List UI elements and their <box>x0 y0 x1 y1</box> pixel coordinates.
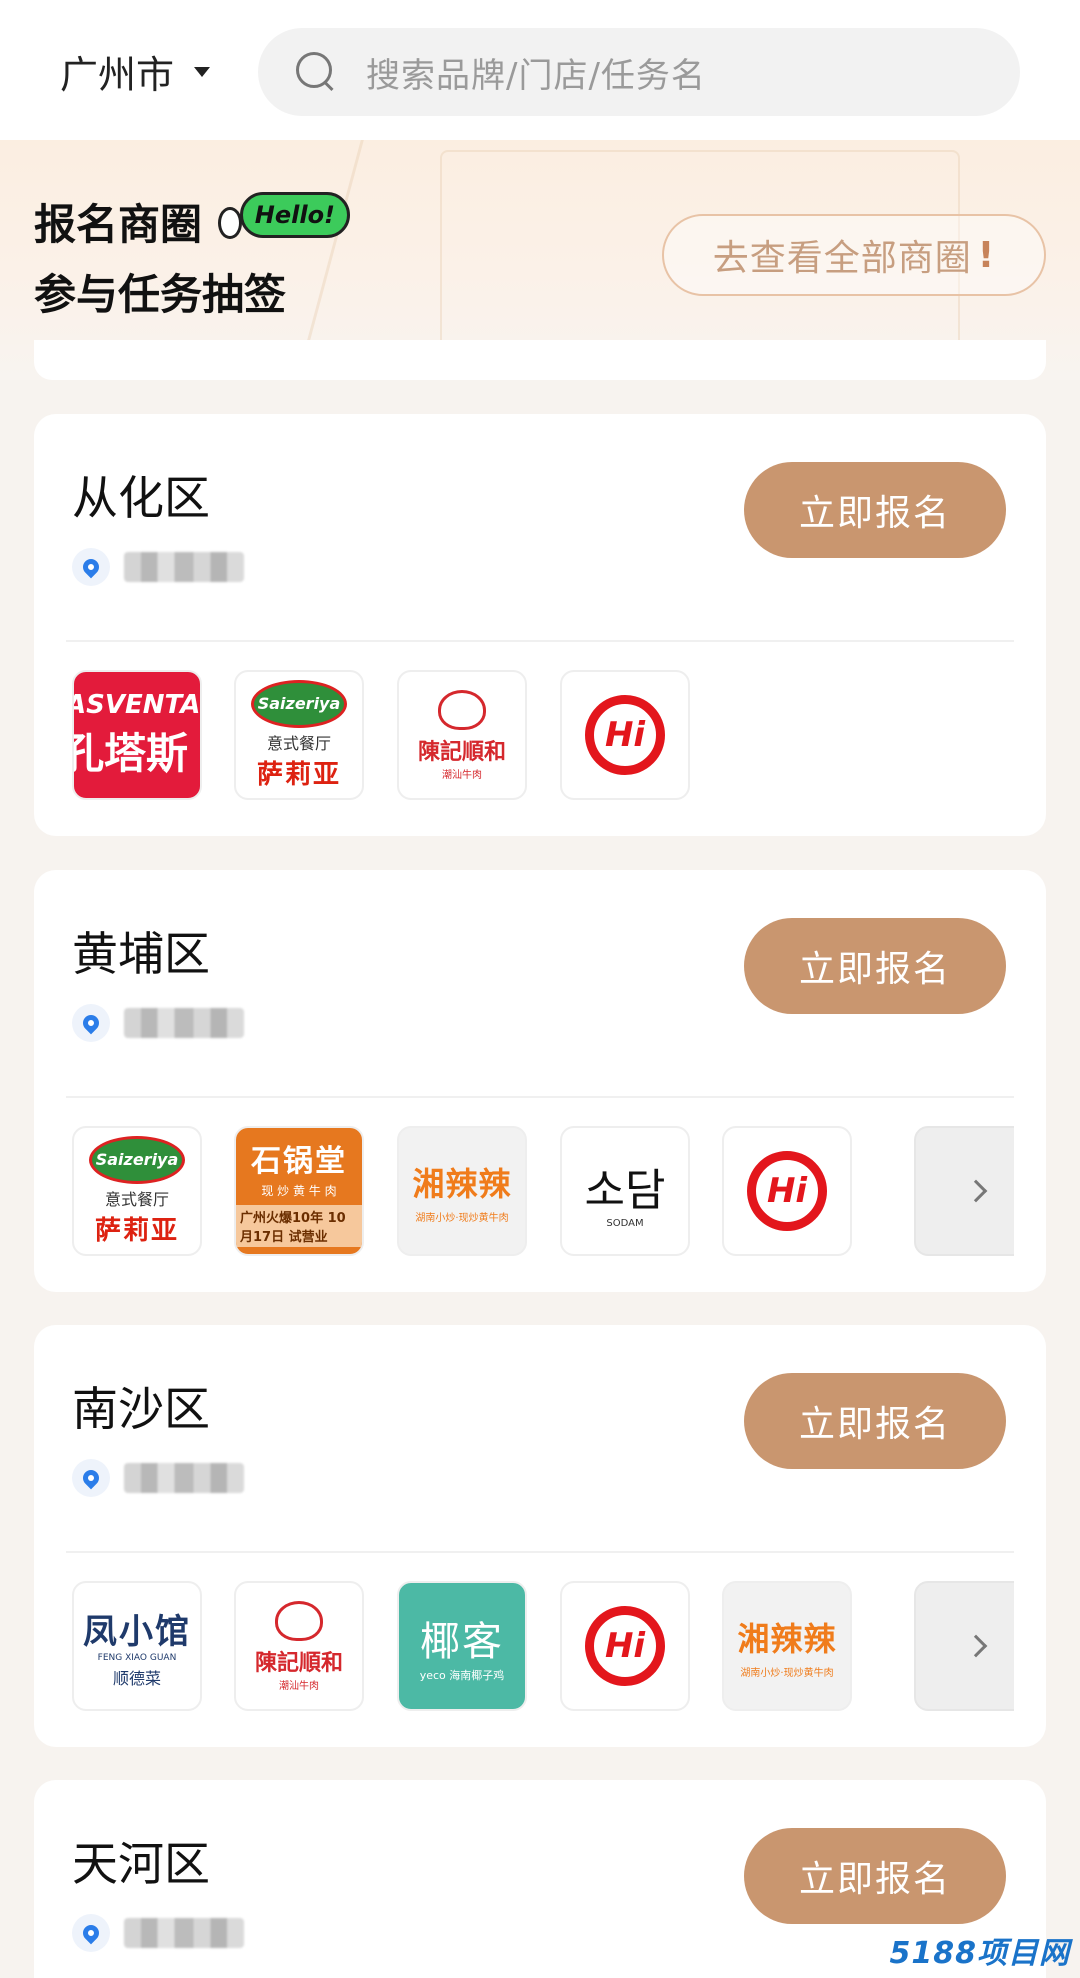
logo-subtitle: 意式餐厅 <box>266 733 331 753</box>
city-label: 广州市 <box>60 53 175 97</box>
logo-name: 湘辣辣 <box>412 1164 512 1203</box>
view-all-label: 去查看全部商圈 <box>712 238 972 279</box>
location-pin-icon <box>72 1004 110 1042</box>
location-row <box>72 548 244 586</box>
logo-subtitle: 湖南小炒·现炒黄牛肉 <box>740 1667 834 1679</box>
top-bar: 广州市 搜索品牌/门店/任务名 <box>0 0 1080 140</box>
logo-name: 石锅堂 <box>251 1143 347 1179</box>
cow-icon <box>275 1600 323 1641</box>
brand-logo-saizeriya[interactable]: Saizeriya 意式餐厅 萨莉亚 <box>72 1126 202 1256</box>
brand-logo-list: 凤小馆 FENG XIAO GUAN 顺德菜 陳記順和 潮汕牛肉 椰客 yeco… <box>72 1581 1014 1713</box>
location-text-blurred <box>124 1463 244 1493</box>
logo-name: 소담 <box>584 1164 666 1216</box>
hello-sticker: Hello! <box>218 184 350 246</box>
exclamation-icon: ! <box>977 234 996 276</box>
logo-subtitle: 顺德菜 <box>112 1668 161 1688</box>
divider <box>66 640 1014 642</box>
search-input[interactable]: 搜索品牌/门店/任务名 <box>258 28 1020 116</box>
smiley-icon <box>218 207 242 239</box>
brand-logo-chenji[interactable]: 陳記順和 潮汕牛肉 <box>397 670 527 800</box>
logo-name: 陳記順和 <box>417 739 506 765</box>
logo-text: Hi <box>585 1606 665 1686</box>
search-placeholder: 搜索品牌/门店/任务名 <box>366 55 706 96</box>
location-pin-icon <box>72 1459 110 1497</box>
previous-card-bottom <box>34 340 1046 380</box>
location-pin-icon <box>72 1914 110 1952</box>
logo-name: 萨莉亚 <box>94 1215 179 1246</box>
logo-subtitle: yeco 海南椰子鸡 <box>419 1669 505 1682</box>
brand-logo-sodam[interactable]: 소담 SODAM <box>560 1126 690 1256</box>
caret-down-icon <box>194 66 211 77</box>
hero-title-line2: 参与任务抽签 <box>34 270 287 319</box>
district-name: 黄埔区 <box>72 927 210 981</box>
brand-logo-saizeriya[interactable]: Saizeriya 意式餐厅 萨莉亚 <box>234 670 364 800</box>
district-name: 从化区 <box>72 471 210 525</box>
logo-subtitle: 潮汕牛肉 <box>279 1680 319 1692</box>
district-name: 天河区 <box>72 1837 210 1891</box>
brand-logo-hi[interactable]: Hi <box>560 670 690 800</box>
brand-logo-xianglala[interactable]: 湘辣辣 湖南小炒·现炒黄牛肉 <box>722 1581 852 1711</box>
more-brands-button[interactable] <box>914 1126 1014 1256</box>
brand-logo-hi[interactable]: Hi <box>722 1126 852 1256</box>
district-name: 南沙区 <box>72 1382 210 1436</box>
logo-name: 椰客 <box>420 1619 504 1665</box>
location-text-blurred <box>124 1918 244 1948</box>
brand-logo-xianglala[interactable]: 湘辣辣 湖南小炒·现炒黄牛肉 <box>397 1126 527 1256</box>
signup-button[interactable]: 立即报名 <box>744 1373 1006 1469</box>
location-text-blurred <box>124 1008 244 1038</box>
chevron-right-icon <box>964 1634 988 1658</box>
brand-logo-shiguotang[interactable]: 石锅堂 现 炒 黄 牛 肉 广州火爆10年 10月17日 试营业 <box>234 1126 364 1256</box>
logo-badge: Saizeriya <box>89 1135 185 1184</box>
city-selector[interactable]: 广州市 <box>60 44 211 99</box>
district-card: 黄埔区 立即报名 Saizeriya 意式餐厅 萨莉亚 石锅堂 现 炒 黄 牛 … <box>34 870 1046 1292</box>
logo-name: 陳記順和 <box>254 1650 343 1676</box>
location-row <box>72 1914 244 1952</box>
logo-text: ASVENTA <box>72 689 201 720</box>
divider <box>66 1551 1014 1553</box>
logo-subtitle: 潮汕牛肉 <box>442 769 482 781</box>
location-text-blurred <box>124 552 244 582</box>
district-card: 从化区 立即报名 ASVENTA 孔塔斯 Saizeriya 意式餐厅 萨莉亚 … <box>34 414 1046 836</box>
logo-name: 萨莉亚 <box>256 759 341 790</box>
logo-name: 湘辣辣 <box>737 1619 837 1658</box>
divider <box>66 1096 1014 1098</box>
signup-button[interactable]: 立即报名 <box>744 462 1006 558</box>
watermark: 5188项目网 <box>889 1936 1070 1971</box>
logo-subtitle: SODAM <box>606 1217 644 1229</box>
location-pin-icon <box>72 548 110 586</box>
brand-logo-yeke[interactable]: 椰客 yeco 海南椰子鸡 <box>397 1581 527 1711</box>
view-all-districts-button[interactable]: 去查看全部商圈 ! <box>662 214 1046 296</box>
more-brands-button[interactable] <box>914 1581 1014 1711</box>
logo-text: Hi <box>585 695 665 775</box>
brand-logo-fengxiaoguan[interactable]: 凤小馆 FENG XIAO GUAN 顺德菜 <box>72 1581 202 1711</box>
district-card: 南沙区 立即报名 凤小馆 FENG XIAO GUAN 顺德菜 陳記順和 潮汕牛… <box>34 1325 1046 1747</box>
brand-logo-list: Saizeriya 意式餐厅 萨莉亚 石锅堂 现 炒 黄 牛 肉 广州火爆10年… <box>72 1126 1014 1258</box>
search-icon <box>294 50 338 94</box>
brand-logo-hi[interactable]: Hi <box>560 1581 690 1711</box>
logo-subtitle: 湖南小炒·现炒黄牛肉 <box>415 1212 509 1224</box>
signup-button[interactable]: 立即报名 <box>744 1828 1006 1924</box>
logo-pinyin: FENG XIAO GUAN <box>97 1652 177 1663</box>
brand-logo-list: ASVENTA 孔塔斯 Saizeriya 意式餐厅 萨莉亚 陳記順和 潮汕牛肉… <box>72 670 1014 802</box>
logo-subtitle: 意式餐厅 <box>104 1189 169 1209</box>
logo-text: 孔塔斯 <box>72 728 189 778</box>
brand-logo-chenji[interactable]: 陳記順和 潮汕牛肉 <box>234 1581 364 1711</box>
chevron-right-icon <box>964 1179 988 1203</box>
hello-bubble: Hello! <box>239 192 350 238</box>
location-row <box>72 1004 244 1042</box>
location-row <box>72 1459 244 1497</box>
signup-button[interactable]: 立即报名 <box>744 918 1006 1014</box>
logo-badge: Saizeriya <box>251 679 347 728</box>
logo-text: Hi <box>747 1151 827 1231</box>
logo-tagline: 现 炒 黄 牛 肉 <box>261 1183 337 1198</box>
brand-logo-lasventa[interactable]: ASVENTA 孔塔斯 <box>72 670 202 800</box>
logo-subtitle: 广州火爆10年 10月17日 试营业 <box>236 1204 362 1247</box>
cow-icon <box>438 689 486 730</box>
logo-name: 凤小馆 <box>83 1611 191 1652</box>
